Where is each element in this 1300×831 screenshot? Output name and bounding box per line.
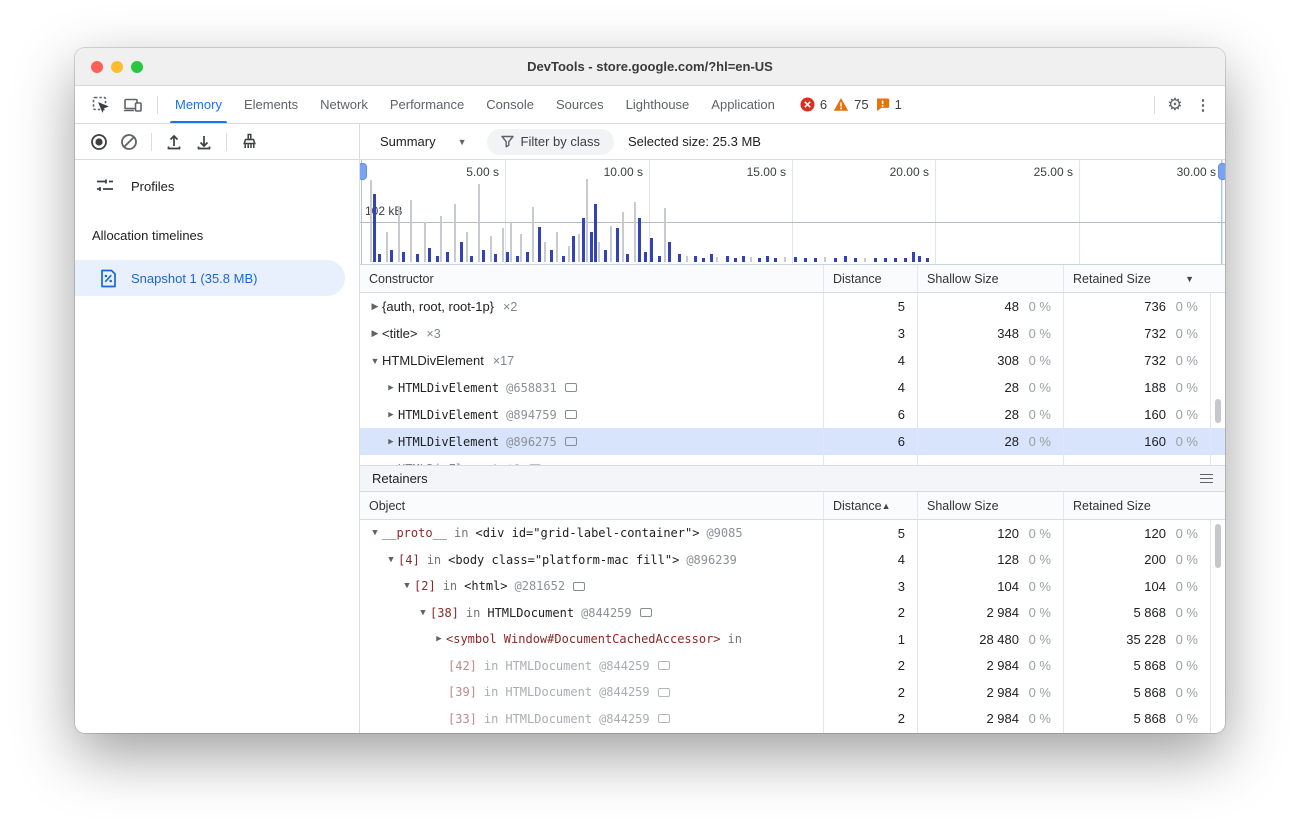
selection-handle-left[interactable] bbox=[361, 160, 362, 264]
tab-application[interactable]: Application bbox=[700, 86, 786, 123]
divider bbox=[151, 133, 152, 151]
allocation-bars bbox=[360, 160, 1225, 262]
minimize-window-button[interactable] bbox=[111, 61, 123, 73]
column-header-retained-size[interactable]: Retained Size bbox=[1063, 492, 1210, 519]
instance-row[interactable]: ▶HTMLDivElement@894759 6 280 % 1600 % bbox=[360, 401, 1225, 428]
snapshot-label: Snapshot 1 (35.8 MB) bbox=[131, 271, 257, 286]
title-bar: DevTools - store.google.com/?hl=en-US bbox=[75, 48, 1225, 86]
reveal-in-summary-icon[interactable] bbox=[573, 582, 585, 591]
instance-row-selected[interactable]: ▶HTMLDivElement@896275 6 280 % 1600 % bbox=[360, 428, 1225, 455]
column-header-shallow-size[interactable]: Shallow Size bbox=[917, 492, 1063, 519]
more-options-kebab-icon[interactable]: ⋮ bbox=[1189, 91, 1217, 119]
constructor-row[interactable]: ▶<title>×3 3 3480 % 7320 % bbox=[360, 320, 1225, 347]
zoom-window-button[interactable] bbox=[131, 61, 143, 73]
settings-gear-icon[interactable]: ⚙ bbox=[1161, 91, 1189, 119]
instance-row[interactable]: ▶HTMLDivElement@658831 4 280 % 1880 % bbox=[360, 374, 1225, 401]
constructor-grid: Constructor Distance Shallow Size Retain… bbox=[360, 265, 1225, 465]
close-window-button[interactable] bbox=[91, 61, 103, 73]
retainer-row[interactable]: ▼[38]inHTMLDocument@844259 2 2 9840 % 5 … bbox=[360, 600, 1225, 627]
device-toolbar-icon[interactable] bbox=[119, 91, 147, 119]
column-header-object[interactable]: Object bbox=[360, 492, 823, 519]
constructor-scrollbar-thumb[interactable] bbox=[1215, 399, 1221, 423]
retainer-row[interactable]: ▼__proto__in<div id="grid-label-containe… bbox=[360, 520, 1225, 547]
divider bbox=[1154, 96, 1155, 114]
constructor-grid-header: Constructor Distance Shallow Size Retain… bbox=[360, 265, 1225, 293]
reveal-in-summary-icon[interactable] bbox=[565, 410, 577, 419]
instance-row-clipped[interactable]: ▶HTMLDivElement@8 bbox=[360, 455, 1225, 465]
retainer-row[interactable]: ▼[2]in<html>@281652 3 1040 % 1040 % bbox=[360, 573, 1225, 600]
column-header-constructor[interactable]: Constructor bbox=[360, 265, 823, 292]
tab-network[interactable]: Network bbox=[309, 86, 379, 123]
retainers-grid: ▼__proto__in<div id="grid-label-containe… bbox=[360, 520, 1225, 733]
clear-profiles-icon[interactable] bbox=[115, 128, 143, 156]
sidebar-item-snapshot-1[interactable]: Snapshot 1 (35.8 MB) bbox=[75, 260, 345, 296]
retainer-row[interactable]: ▶<symbol Window#DocumentCachedAccessor>i… bbox=[360, 626, 1225, 653]
tab-sources[interactable]: Sources bbox=[545, 86, 615, 123]
inspect-element-icon[interactable] bbox=[87, 91, 115, 119]
tune-icon bbox=[95, 176, 115, 196]
retainers-title: Retainers bbox=[372, 471, 428, 486]
reveal-in-summary-icon[interactable] bbox=[565, 383, 577, 392]
class-filter-input[interactable]: Filter by class bbox=[487, 129, 614, 155]
constructor-row[interactable]: ▶{auth, root, root-1p}×2 5 480 % 7360 % bbox=[360, 293, 1225, 320]
tab-console[interactable]: Console bbox=[475, 86, 545, 123]
console-errors-badge[interactable]: 6 bbox=[800, 97, 827, 112]
panel-tabs: Memory Elements Network Performance Cons… bbox=[164, 86, 786, 123]
selection-handle-right[interactable] bbox=[1221, 160, 1222, 264]
allocation-timeline-overview[interactable]: 5.00 s 10.00 s 15.00 s 20.00 s 25.00 s 3… bbox=[360, 160, 1225, 265]
devtools-window: DevTools - store.google.com/?hl=en-US Me… bbox=[75, 48, 1225, 733]
tab-elements[interactable]: Elements bbox=[233, 86, 309, 123]
issues-badge[interactable]: 1 bbox=[875, 97, 902, 112]
column-header-retained-size[interactable]: Retained Size ▼ bbox=[1063, 265, 1210, 292]
sort-descending-icon: ▼ bbox=[1185, 274, 1194, 284]
load-profile-icon[interactable] bbox=[160, 128, 188, 156]
error-icon bbox=[800, 97, 815, 112]
allocation-timelines-section-label: Allocation timelines bbox=[75, 228, 359, 243]
memory-toolbar: Summary ▼ Filter by class Selected size:… bbox=[75, 124, 1225, 160]
record-heap-icon[interactable] bbox=[85, 128, 113, 156]
save-profile-icon[interactable] bbox=[190, 128, 218, 156]
tab-performance[interactable]: Performance bbox=[379, 86, 475, 123]
column-header-distance-sorted[interactable]: Distance ▲ bbox=[823, 492, 917, 519]
tab-memory[interactable]: Memory bbox=[164, 86, 233, 123]
tab-lighthouse[interactable]: Lighthouse bbox=[615, 86, 701, 123]
reveal-in-summary-icon[interactable] bbox=[640, 608, 652, 617]
retainers-grid-header: Object Distance ▲ Shallow Size Retained … bbox=[360, 492, 1225, 520]
sort-ascending-icon: ▲ bbox=[882, 501, 891, 511]
profiles-header: Profiles bbox=[75, 160, 359, 196]
filter-funnel-icon bbox=[501, 135, 514, 148]
window-title: DevTools - store.google.com/?hl=en-US bbox=[527, 59, 773, 74]
profiles-sidebar: Profiles Allocation timelines Snapshot 1… bbox=[75, 160, 360, 733]
retainer-row-dimmed[interactable]: [42]inHTMLDocument@844259 2 2 9840 % 5 8… bbox=[360, 653, 1225, 680]
retainers-scrollbar-thumb[interactable] bbox=[1215, 524, 1221, 568]
retainer-row[interactable]: ▼[4]in<body class="platform-mac fill">@8… bbox=[360, 547, 1225, 574]
retainers-menu-icon[interactable] bbox=[1200, 474, 1213, 484]
clean-garbage-broom-icon[interactable] bbox=[235, 128, 263, 156]
warning-icon bbox=[833, 97, 849, 112]
column-header-shallow-size[interactable]: Shallow Size bbox=[917, 265, 1063, 292]
divider bbox=[226, 133, 227, 151]
perspective-select[interactable]: Summary ▼ bbox=[374, 132, 473, 151]
retainer-row-dimmed[interactable]: [33]inHTMLDocument@844259 2 2 9840 % 5 8… bbox=[360, 706, 1225, 733]
chevron-down-icon: ▼ bbox=[458, 137, 467, 147]
console-warnings-badge[interactable]: 75 bbox=[833, 97, 868, 112]
heap-snapshot-icon bbox=[100, 269, 117, 288]
reveal-in-summary-icon[interactable] bbox=[565, 437, 577, 446]
retainer-row-dimmed[interactable]: [39]inHTMLDocument@844259 2 2 9840 % 5 8… bbox=[360, 679, 1225, 706]
profiles-label: Profiles bbox=[131, 179, 174, 194]
retainers-section-header: Retainers bbox=[360, 465, 1225, 492]
column-header-distance[interactable]: Distance bbox=[823, 265, 917, 292]
constructor-row-expanded[interactable]: ▼HTMLDivElement×17 4 3080 % 7320 % bbox=[360, 347, 1225, 374]
selected-size-label: Selected size: 25.3 MB bbox=[628, 134, 761, 149]
traffic-lights bbox=[91, 48, 143, 85]
issue-icon bbox=[875, 97, 890, 112]
devtools-tab-bar: Memory Elements Network Performance Cons… bbox=[75, 86, 1225, 124]
divider bbox=[157, 96, 158, 114]
